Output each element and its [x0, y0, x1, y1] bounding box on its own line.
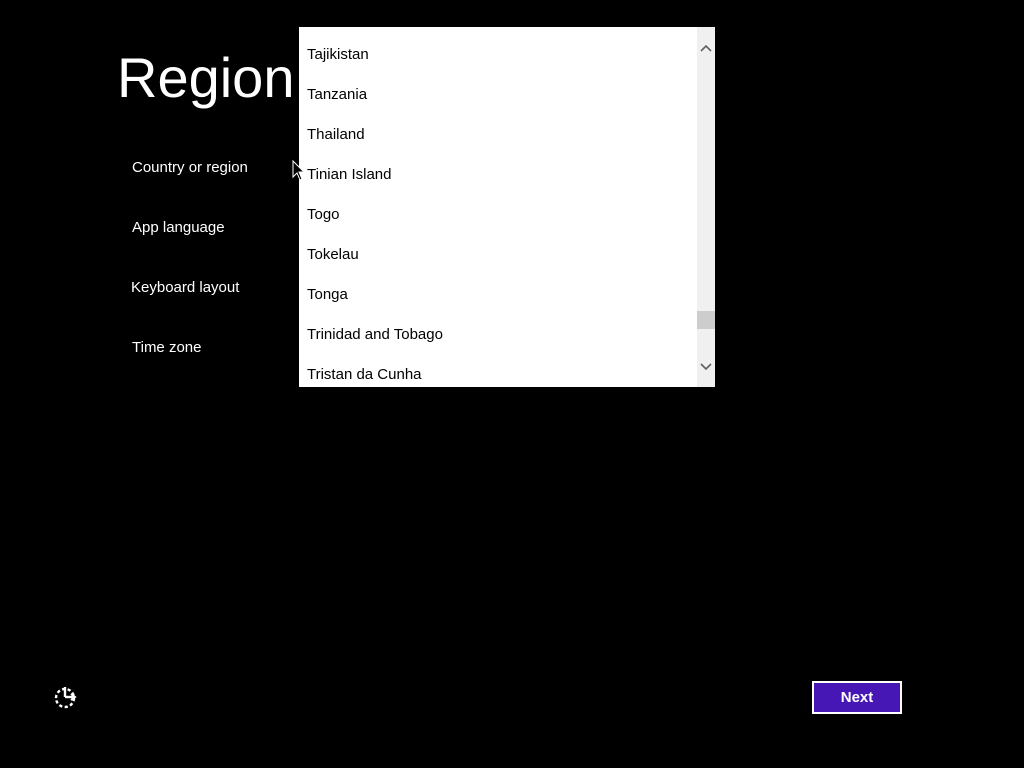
- country-options: Tajikistan Tanzania Thailand Tinian Isla…: [299, 35, 697, 387]
- scroll-down-icon[interactable]: [697, 357, 715, 375]
- country-option-tanzania[interactable]: Tanzania: [299, 75, 697, 115]
- country-option-tinian-island[interactable]: Tinian Island: [299, 155, 697, 195]
- page-title: Region: [117, 46, 295, 109]
- next-button[interactable]: Next: [812, 681, 902, 714]
- scroll-thumb[interactable]: [697, 311, 715, 329]
- country-option-tonga[interactable]: Tonga: [299, 275, 697, 315]
- country-label: Country or region: [132, 159, 248, 176]
- country-option-tokelau[interactable]: Tokelau: [299, 235, 697, 275]
- scroll-up-icon[interactable]: [697, 40, 715, 58]
- dropdown-scrollbar[interactable]: [697, 27, 715, 387]
- country-option-trinidad-and-tobago[interactable]: Trinidad and Tobago: [299, 315, 697, 355]
- app-language-label: App language: [132, 219, 225, 236]
- country-option-tajikistan[interactable]: Tajikistan: [299, 35, 697, 75]
- country-option-tristan-da-cunha[interactable]: Tristan da Cunha: [299, 355, 697, 387]
- country-option-togo[interactable]: Togo: [299, 195, 697, 235]
- ease-of-access-icon[interactable]: [52, 684, 80, 712]
- country-option-thailand[interactable]: Thailand: [299, 115, 697, 155]
- setup-screen: Region Country or region App language Ke…: [0, 0, 1024, 768]
- mouse-cursor-icon: [292, 159, 306, 182]
- time-zone-label: Time zone: [132, 339, 202, 356]
- keyboard-layout-label: Keyboard layout: [131, 279, 240, 296]
- country-dropdown-list[interactable]: Tajikistan Tanzania Thailand Tinian Isla…: [299, 27, 715, 387]
